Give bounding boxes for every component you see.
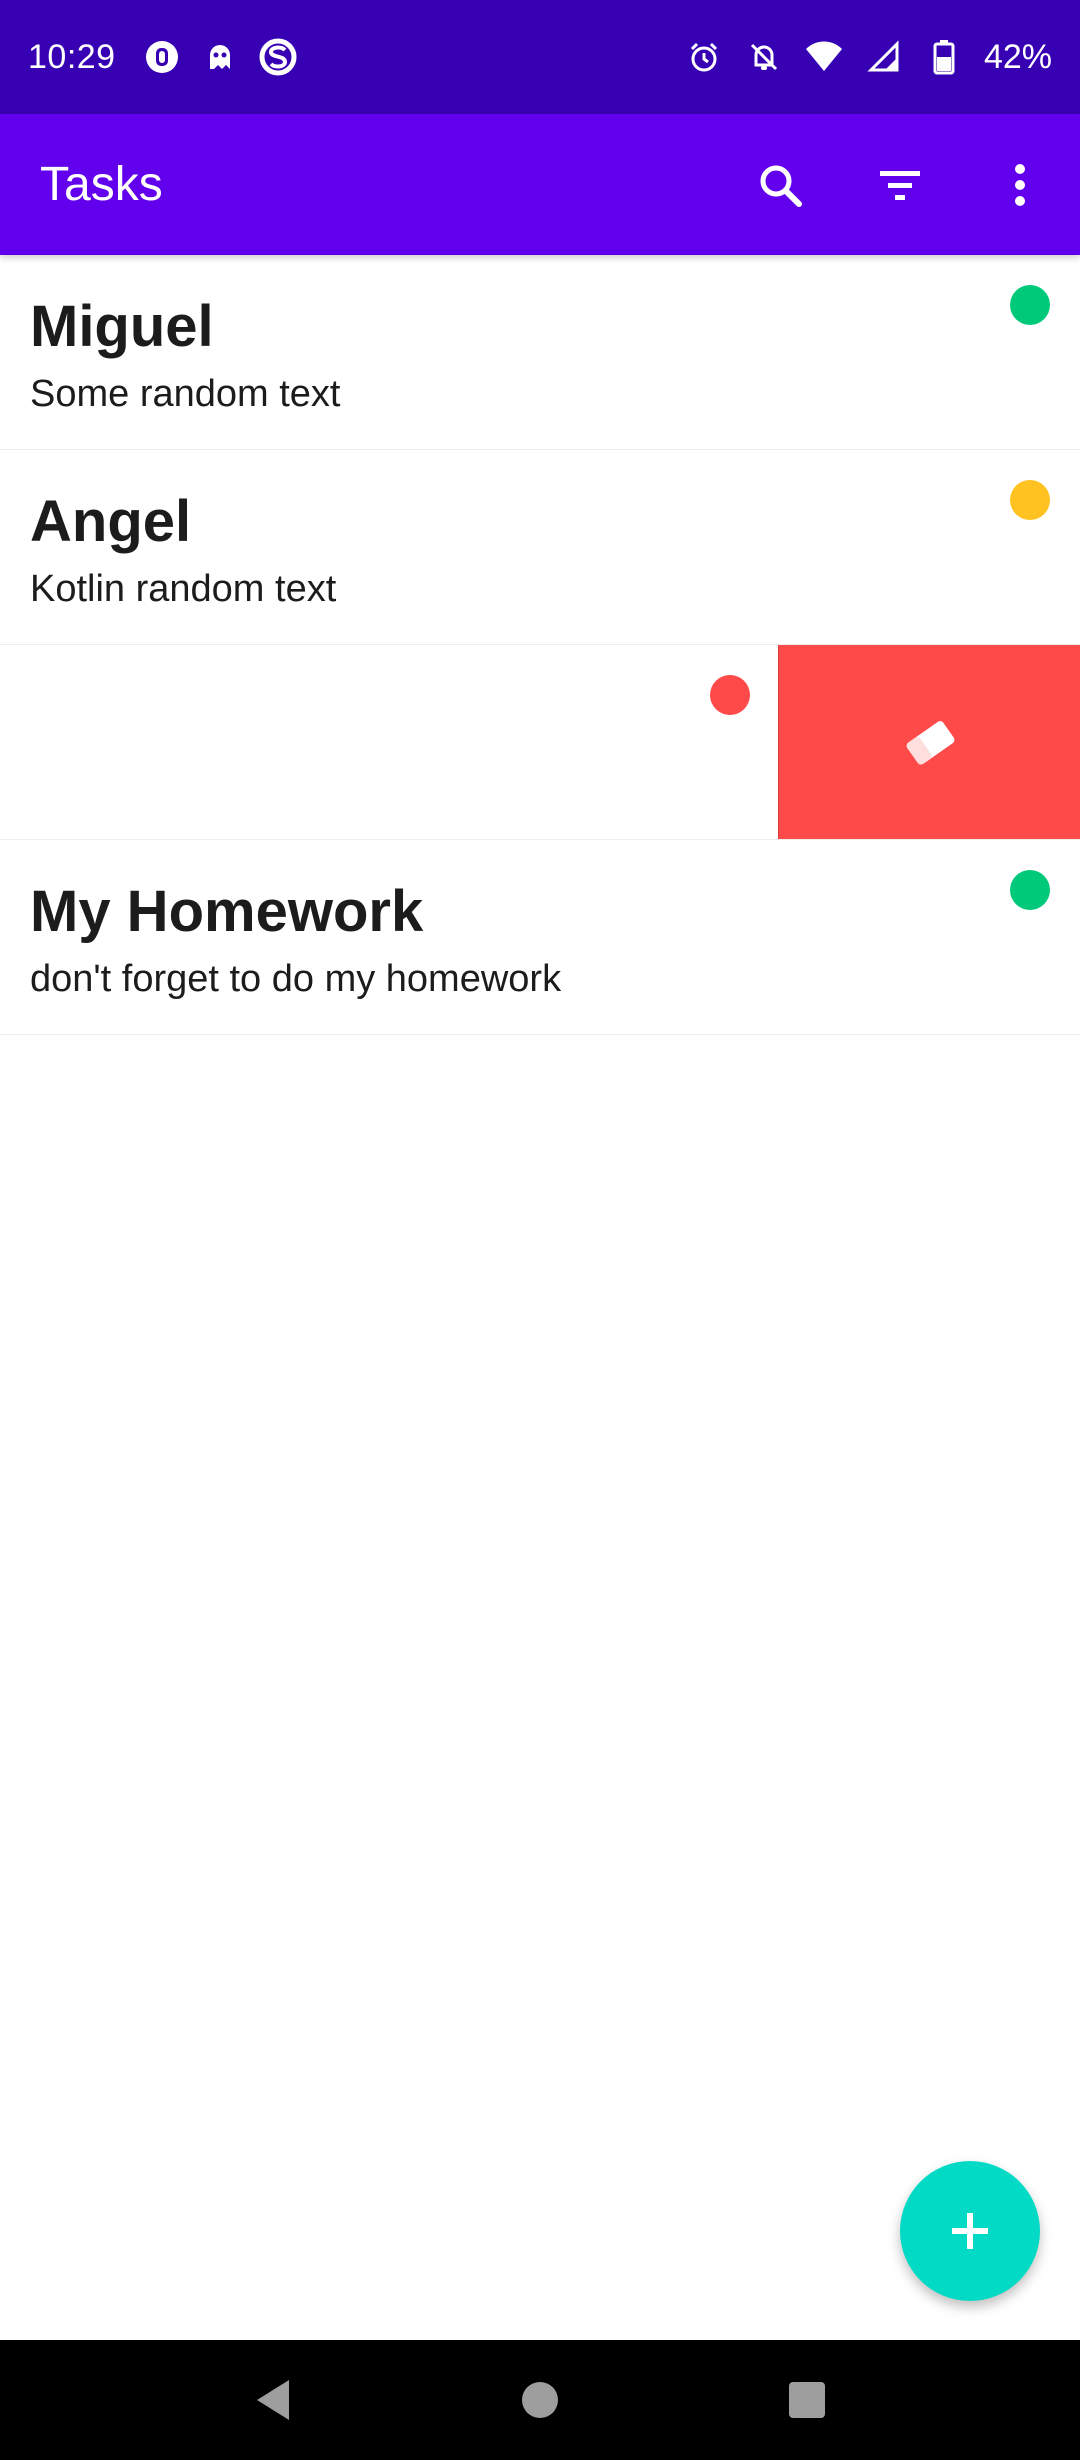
task-title: My Homework <box>30 879 424 944</box>
battery-percentage: 42% <box>983 37 1052 76</box>
app-bar: Tasks <box>0 114 1080 255</box>
status-right: 42% <box>684 37 1052 77</box>
ghost-app-icon <box>200 37 240 77</box>
search-icon <box>760 165 802 207</box>
priority-indicator <box>1010 480 1050 520</box>
task-content[interactable]: My Homework don't forget to do my homewo… <box>0 840 1080 1034</box>
task-title: Angel <box>30 489 192 554</box>
add-icon <box>952 2213 988 2249</box>
more-vert-icon <box>1015 163 1025 206</box>
priority-indicator <box>710 675 750 715</box>
add-task-button[interactable] <box>900 2161 1040 2301</box>
task-description: don't forget to do my homework <box>30 958 562 1000</box>
search-button[interactable] <box>720 114 840 255</box>
task-row[interactable]: Angel Kotlin random text <box>0 450 1080 645</box>
navigation-bar <box>0 2340 1080 2460</box>
app-bar-actions <box>720 114 1080 255</box>
status-left: 10:29 <box>28 37 298 77</box>
task-row-swiped[interactable] <box>0 645 1080 840</box>
task-content[interactable]: Miguel Some random text <box>0 255 1080 449</box>
home-button[interactable] <box>500 2360 580 2440</box>
app-notification-icon <box>142 37 182 77</box>
back-button[interactable] <box>233 2360 313 2440</box>
battery-icon <box>924 37 964 77</box>
back-icon <box>257 2380 290 2420</box>
filter-button[interactable] <box>840 114 960 255</box>
status-bar: 10:29 42% <box>0 0 1080 114</box>
wifi-icon <box>804 37 844 77</box>
task-row[interactable]: Miguel Some random text <box>0 255 1080 450</box>
home-icon <box>521 2382 558 2418</box>
priority-indicator <box>1010 870 1050 910</box>
recents-icon <box>788 2382 825 2418</box>
recents-button[interactable] <box>767 2360 847 2440</box>
filter-icon <box>880 170 920 200</box>
task-row[interactable]: My Homework don't forget to do my homewo… <box>0 840 1080 1035</box>
priority-indicator <box>1010 285 1050 325</box>
eraser-delete-icon <box>906 721 954 765</box>
page-title: Tasks <box>40 158 163 211</box>
task-content[interactable]: Angel Kotlin random text <box>0 450 1080 644</box>
task-list: Miguel Some random text Angel Kotlin ran… <box>0 255 1080 1035</box>
s-app-icon <box>258 37 298 77</box>
more-options-button[interactable] <box>960 114 1080 255</box>
cell-signal-icon <box>864 37 904 77</box>
task-description: Kotlin random text <box>30 568 337 610</box>
task-content[interactable] <box>0 645 780 839</box>
alarm-icon <box>684 37 724 77</box>
notifications-off-icon <box>744 37 784 77</box>
task-description: Some random text <box>30 373 341 415</box>
task-title: Miguel <box>30 294 214 359</box>
swipe-delete-background[interactable] <box>778 645 1080 839</box>
status-time: 10:29 <box>28 37 116 76</box>
